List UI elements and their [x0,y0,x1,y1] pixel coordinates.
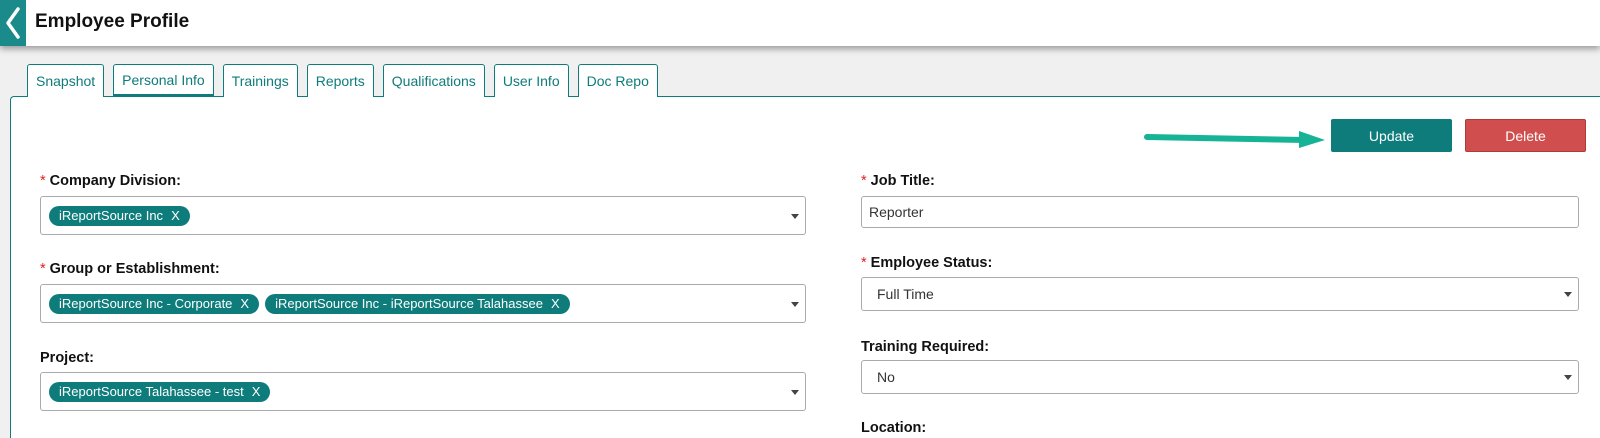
chevron-down-icon [791,389,799,395]
project-select[interactable]: iReportSource Talahassee - test X [40,372,806,411]
group-establishment-label: * Group or Establishment: [40,261,220,277]
chip: iReportSource Inc - Corporate X [49,293,260,314]
tab-snapshot[interactable]: Snapshot [27,64,105,97]
back-button[interactable] [0,0,26,46]
required-marker: * [861,173,867,189]
company-division-select[interactable]: iReportSource Inc X [40,196,806,235]
chip: iReportSource Talahassee - test X [49,381,271,402]
tab-trainings[interactable]: Trainings [222,64,298,97]
required-marker: * [40,173,46,189]
project-label: Project: [40,350,94,366]
chevron-down-icon [791,213,799,219]
chip: iReportSource Inc - iReportSource Talaha… [265,293,570,314]
chip-remove-icon[interactable]: X [551,296,560,311]
location-label: Location: [861,420,927,436]
update-button[interactable]: Update [1331,119,1452,152]
training-required-select[interactable]: No [861,360,1579,394]
tab-user-info[interactable]: User Info [493,64,569,97]
tab-doc-repo[interactable]: Doc Repo [577,64,658,97]
page-header: Employee Profile [0,0,1600,46]
delete-button[interactable]: Delete [1465,119,1586,152]
tab-reports[interactable]: Reports [306,64,374,97]
tab-qualifications[interactable]: Qualifications [382,64,485,97]
tab-personal-info[interactable]: Personal Info [113,64,214,97]
chip-remove-icon[interactable]: X [240,296,249,311]
group-establishment-select[interactable]: iReportSource Inc - Corporate X iReportSo… [40,284,806,323]
chevron-down-icon [1564,292,1572,297]
chip: iReportSource Inc X [49,205,190,226]
required-marker: * [40,261,46,277]
required-marker: * [861,255,867,271]
training-required-value: No [877,369,895,385]
chevron-left-icon [6,7,20,39]
training-required-label: Training Required: [861,339,990,355]
job-title-label: * Job Title: [861,173,935,189]
employee-status-select[interactable]: Full Time [861,277,1579,311]
tab-bar: Snapshot Personal Info Trainings Reports… [27,64,658,97]
employee-status-label: * Employee Status: [861,255,993,271]
employee-status-value: Full Time [877,286,934,302]
page-title: Employee Profile [35,11,190,32]
job-title-field[interactable]: Reporter [861,196,1579,228]
chip-remove-icon[interactable]: X [171,208,180,223]
company-division-label: * Company Division: [40,173,181,189]
arrow-pointer-icon [1144,131,1325,148]
chevron-down-icon [1564,375,1572,380]
chip-remove-icon[interactable]: X [252,384,261,399]
chevron-down-icon [791,301,799,307]
